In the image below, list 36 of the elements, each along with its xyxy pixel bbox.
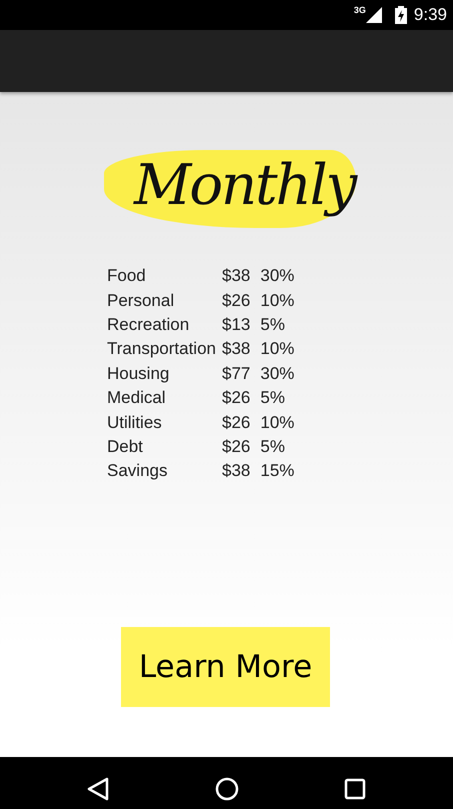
category-cell-text: Utilities — [106, 412, 163, 434]
amount-cell-text: $26 — [220, 412, 252, 434]
percent-cell-text: 5% — [259, 387, 286, 410]
amount-cell-text: $26 — [220, 290, 252, 312]
amount-cell-text: $26 — [220, 436, 252, 458]
battery-charging-icon — [394, 6, 407, 24]
category-cell-text: Recreation — [106, 314, 190, 336]
percent-cell-text: 30% — [259, 265, 296, 288]
percent-cell-text: 15% — [259, 460, 296, 482]
category-cell-text: Housing — [106, 362, 170, 385]
monthly-title: Monthly — [104, 150, 356, 228]
network-label: 3G — [354, 5, 366, 15]
category-cell-text: Debt — [106, 436, 144, 458]
signal-icon — [366, 7, 382, 23]
category-cell-text: Personal — [106, 290, 176, 312]
clock-time: 9:39 — [414, 5, 447, 25]
amount-cell-text: $77 — [220, 362, 252, 385]
percent-cell-text: 5% — [259, 436, 286, 458]
category-cell-text: Transportation — [106, 338, 217, 360]
amount-cell-text: $38 — [220, 338, 252, 360]
percent-cell-text: 10% — [259, 290, 296, 312]
percent-cell-text: 5% — [259, 314, 286, 336]
category-cell-text: Food — [106, 265, 147, 288]
percent-cell-text: 30% — [259, 362, 296, 385]
amount-cell-text: $26 — [220, 387, 252, 410]
percent-cell-text: 10% — [259, 338, 296, 360]
recents-icon[interactable] — [344, 778, 366, 800]
amount-cell-text: $38 — [220, 460, 252, 482]
category-cell-text: Savings — [106, 460, 168, 482]
home-icon[interactable] — [216, 778, 238, 800]
back-icon[interactable] — [88, 778, 108, 800]
amount-cell-text: $38 — [220, 265, 252, 288]
amount-cell-text: $13 — [220, 314, 252, 336]
category-cell-text: Medical — [106, 387, 167, 410]
percent-cell-text: 10% — [259, 412, 296, 434]
learn-more-button[interactable]: Learn More — [121, 627, 330, 707]
